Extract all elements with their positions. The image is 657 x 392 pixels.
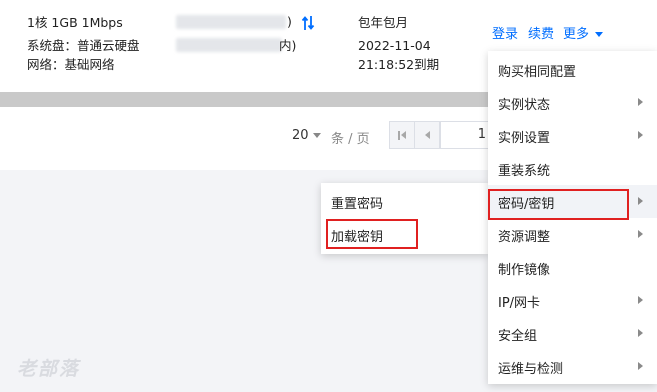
password-key-submenu: 重置密码 加载密钥 — [321, 183, 488, 254]
first-page-button[interactable] — [389, 121, 415, 149]
prev-page-button[interactable] — [414, 121, 440, 149]
menu-item-buy-same[interactable]: 购买相同配置 — [488, 53, 657, 86]
menu-item-instance-status[interactable]: 实例状态 — [488, 86, 657, 119]
chevron-right-icon — [638, 362, 643, 370]
first-page-icon — [398, 131, 406, 140]
submenu-item-label: 重置密码 — [331, 197, 384, 212]
more-link[interactable]: 更多 — [563, 23, 604, 42]
menu-item-ip-nic[interactable]: IP/网卡 — [488, 284, 657, 317]
menu-item-instance-settings[interactable]: 实例设置 — [488, 119, 657, 152]
chevron-down-icon — [595, 32, 604, 37]
menu-item-resource-adjust[interactable]: 资源调整 — [488, 218, 657, 251]
instance-network: 网络：基础网络 — [27, 57, 115, 72]
menu-item-label: 资源调整 — [498, 230, 551, 245]
menu-item-label: 实例状态 — [498, 98, 551, 113]
swap-ip-icon[interactable] — [301, 15, 315, 31]
menu-item-label: 运维与检测 — [498, 362, 564, 377]
watermark-text: 老部落 — [17, 358, 81, 380]
ip-suffix-public: ) — [287, 14, 292, 29]
menu-item-label: 密码/密钥 — [498, 197, 555, 212]
page-size-caret-icon[interactable] — [313, 133, 321, 138]
menu-item-reinstall[interactable]: 重装系统 — [488, 152, 657, 185]
more-label: 更多 — [563, 27, 590, 42]
ip-suffix-private: 内) — [279, 38, 297, 53]
submenu-item-reset-password[interactable]: 重置密码 — [321, 185, 488, 218]
menu-item-security-group[interactable]: 安全组 — [488, 317, 657, 350]
chevron-right-icon — [638, 230, 643, 238]
menu-item-label: 重装系统 — [498, 164, 551, 179]
ip-address-redacted — [176, 15, 286, 29]
chevron-right-icon — [638, 131, 643, 139]
submenu-item-label: 加载密钥 — [331, 230, 384, 245]
billing-type: 包年包月 — [358, 15, 409, 30]
per-page-label: 条 / 页 — [331, 132, 370, 147]
instance-spec: 1核 1GB 1Mbps — [27, 15, 123, 30]
chevron-right-icon — [638, 98, 643, 106]
chevron-right-icon — [638, 329, 643, 337]
chevron-right-icon — [638, 197, 643, 205]
chevron-right-icon — [638, 296, 643, 304]
page-size-select[interactable]: 20 — [292, 128, 309, 143]
horizontal-scrollbar[interactable] — [0, 92, 490, 107]
menu-item-label: 购买相同配置 — [498, 65, 577, 80]
submenu-item-load-key[interactable]: 加载密钥 — [321, 218, 488, 251]
login-link[interactable]: 登录 — [492, 23, 518, 42]
menu-item-label: 制作镜像 — [498, 263, 551, 278]
expire-time: 21:18:52到期 — [358, 57, 440, 72]
page-number-input[interactable]: 1 — [440, 121, 495, 149]
prev-page-icon — [425, 131, 430, 139]
expire-date: 2022-11-04 — [358, 38, 431, 53]
more-dropdown-menu: 购买相同配置 实例状态 实例设置 重装系统 密码/密钥 资源调整 制作镜像 IP… — [488, 51, 657, 384]
instance-disk: 系统盘：普通云硬盘 — [27, 38, 140, 53]
menu-item-create-image[interactable]: 制作镜像 — [488, 251, 657, 284]
menu-item-label: 安全组 — [498, 329, 538, 344]
menu-item-ops-monitor[interactable]: 运维与检测 — [488, 350, 657, 383]
menu-item-label: 实例设置 — [498, 131, 551, 146]
renew-link[interactable]: 续费 — [528, 23, 554, 42]
menu-item-password-key[interactable]: 密码/密钥 — [488, 185, 657, 218]
menu-item-label: IP/网卡 — [498, 296, 541, 311]
private-ip-redacted — [176, 38, 282, 52]
